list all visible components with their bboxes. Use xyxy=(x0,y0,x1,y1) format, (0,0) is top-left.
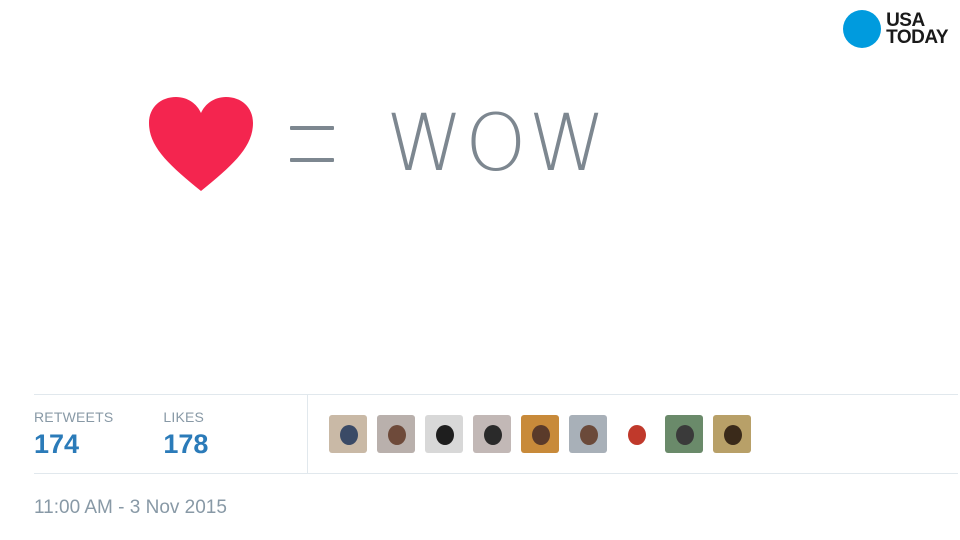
heart-icon xyxy=(149,97,253,191)
avatar[interactable] xyxy=(425,415,463,453)
likes-count: 178 xyxy=(163,428,209,459)
avatar[interactable] xyxy=(665,415,703,453)
heart-equals-wow-graphic: WOW xyxy=(147,95,608,193)
avatar-face xyxy=(532,425,550,445)
usa-today-logo: USA TODAY xyxy=(843,10,948,48)
avatar[interactable] xyxy=(521,415,559,453)
logo-line-2: TODAY xyxy=(886,27,948,48)
avatar[interactable] xyxy=(377,415,415,453)
likes-label: LIKES xyxy=(163,408,205,425)
avatar[interactable] xyxy=(569,415,607,453)
stats-counts: RETWEETS 174 LIKES 178 xyxy=(34,395,308,473)
retweets-count: 174 xyxy=(34,428,80,459)
liker-avatars xyxy=(308,395,761,473)
avatar-face xyxy=(724,425,742,445)
avatar[interactable] xyxy=(617,415,655,453)
avatar-face xyxy=(676,425,694,445)
avatar-face xyxy=(484,425,502,445)
retweets-label: RETWEETS xyxy=(34,408,114,425)
logo-wordmark: USA TODAY xyxy=(886,11,948,48)
likes-stat[interactable]: LIKES 178 xyxy=(163,409,208,460)
avatar-face xyxy=(628,425,646,445)
avatar[interactable] xyxy=(329,415,367,453)
avatar-face xyxy=(580,425,598,445)
avatar-face xyxy=(340,425,358,445)
avatar[interactable] xyxy=(473,415,511,453)
retweets-stat[interactable]: RETWEETS 174 xyxy=(34,409,113,460)
avatar-face xyxy=(388,425,406,445)
avatar-face xyxy=(436,425,454,445)
tweet-stats-bar: RETWEETS 174 LIKES 178 xyxy=(34,394,958,474)
wow-word: WOW xyxy=(386,99,608,189)
tweet-timestamp[interactable]: 11:00 AM - 3 Nov 2015 xyxy=(34,497,227,519)
avatar[interactable] xyxy=(713,415,751,453)
logo-circle-icon xyxy=(843,10,882,48)
equals-sign xyxy=(290,126,334,162)
